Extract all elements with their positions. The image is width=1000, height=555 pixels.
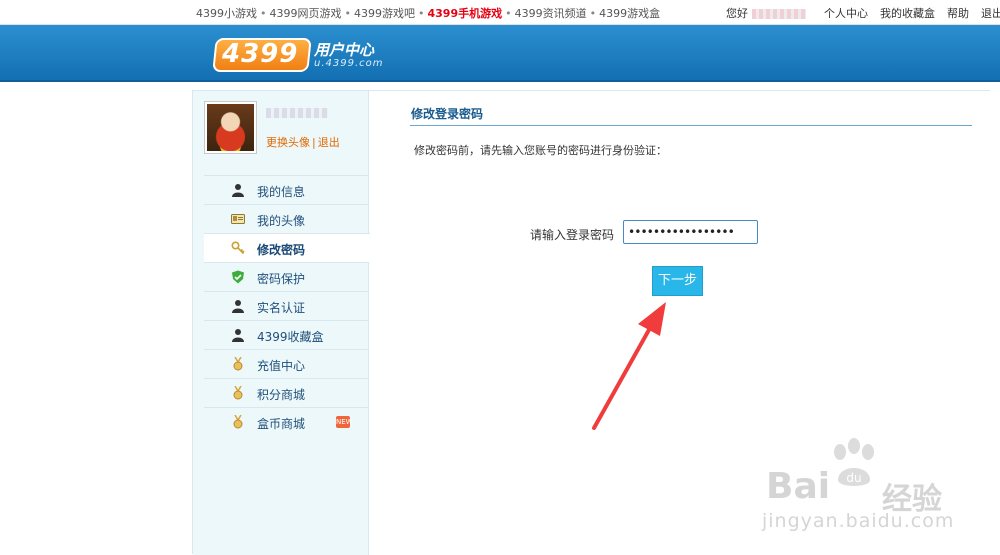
sidebar-item-label: 盒币商城 [257,417,306,431]
shield-check-icon [232,270,244,284]
separator: • [344,7,352,20]
password-input[interactable] [623,220,758,244]
sidebar: 更换头像 | 退出 我的信息 我的头像 修改密码 密码保护 实名认证 4399收… [193,91,370,555]
top-navigation-bar: 4399小游戏 • 4399网页游戏 • 4399游戏吧 • 4399手机游戏 • 4399资讯… [0,0,1000,25]
user-center-title: 用户中心 [314,41,375,59]
watermark-url: jingyan.baidu.com [762,510,955,532]
link-web-games[interactable]: 4399网页游戏 [270,7,342,20]
link-help[interactable]: 帮助 [947,7,969,20]
sidebar-item-my-info[interactable]: 我的信息 [204,175,369,204]
sidebar-item-password-protection[interactable]: 密码保护 [204,262,369,291]
verification-hint: 修改密码前，请先输入您账号的密码进行身份验证： [414,144,667,157]
link-my-favorites[interactable]: 我的收藏盒 [880,7,935,20]
sidebar-item-label: 密码保护 [257,272,306,286]
new-badge: NEW [336,416,353,428]
greeting-text: 您好 [726,7,748,20]
medal-icon [233,386,243,400]
link-news-channel[interactable]: 4399资讯频道 [515,7,587,20]
sidebar-item-label: 我的信息 [257,185,306,199]
logo-4399: 4399 [222,39,299,69]
password-label: 请输入登录密码 [530,228,615,242]
site-url: u.4399.com [314,58,384,69]
next-step-button[interactable]: 下一步 [652,266,703,296]
site-links: 4399小游戏 • 4399网页游戏 • 4399游戏吧 • 4399手机游戏 • 4399资讯… [196,5,660,21]
sidebar-menu: 我的信息 我的头像 修改密码 密码保护 实名认证 4399收藏盒 充值中心 积分… [204,175,370,436]
sidebar-item-label: 充值中心 [257,359,306,373]
key-icon [231,241,245,255]
watermark-logo: Bai [766,466,831,507]
link-game-forum[interactable]: 4399游戏吧 [354,7,415,20]
sidebar-item-favorites-box[interactable]: 4399收藏盒 [204,320,369,349]
sidebar-item-my-avatar[interactable]: 我的头像 [204,204,369,233]
title-divider [410,125,972,126]
sidebar-item-label: 我的头像 [257,214,306,228]
paw-text: du [846,471,861,485]
user-icon [232,184,244,197]
link-logout-top[interactable]: 退出 [981,7,1000,20]
sidebar-item-real-name[interactable]: 实名认证 [204,291,369,320]
avatar-image [207,104,254,151]
medal-icon [233,415,243,429]
link-mini-games[interactable]: 4399小游戏 [196,7,257,20]
user-links: 您好 个人中心 我的收藏盒 帮助 退出 [726,5,1000,21]
avatar-actions: 更换头像 | 退出 [266,134,340,150]
sidebar-item-points-mall[interactable]: 积分商城 [204,378,369,407]
sidebar-item-label: 积分商城 [257,388,306,402]
medal-icon [233,357,243,371]
separator: • [505,7,512,20]
user-icon [232,300,244,313]
separator: • [260,7,267,20]
sidebar-item-recharge[interactable]: 充值中心 [204,349,369,378]
link-personal-center[interactable]: 个人中心 [824,7,868,20]
site-header: 4399 用户中心 u.4399.com [0,25,1000,82]
sidebar-item-label: 修改密码 [257,243,306,257]
blurred-account-name [266,108,328,118]
baidu-jingyan-watermark: Bai du 经验 jingyan.baidu.com [762,438,992,538]
separator: • [589,7,597,20]
id-card-icon [231,214,245,224]
sidebar-item-coin-mall[interactable]: 盒币商城 NEW [204,407,369,436]
divider: | [312,136,316,149]
link-mobile-games[interactable]: 4399手机游戏 [428,7,503,20]
avatar[interactable] [204,101,257,154]
separator: • [418,7,425,20]
sidebar-item-label: 实名认证 [257,301,306,315]
page-title: 修改登录密码 [411,107,484,121]
user-icon [232,329,244,342]
red-arrow-annotation [592,302,666,430]
logout-link[interactable]: 退出 [318,136,340,149]
change-avatar-link[interactable]: 更换头像 [266,136,310,149]
blurred-username [752,9,806,19]
sidebar-item-change-password[interactable]: 修改密码 [204,233,370,262]
sidebar-item-label: 4399收藏盒 [257,330,324,344]
paw-icon: du [834,438,874,486]
link-game-box[interactable]: 4399游戏盒 [599,7,660,20]
